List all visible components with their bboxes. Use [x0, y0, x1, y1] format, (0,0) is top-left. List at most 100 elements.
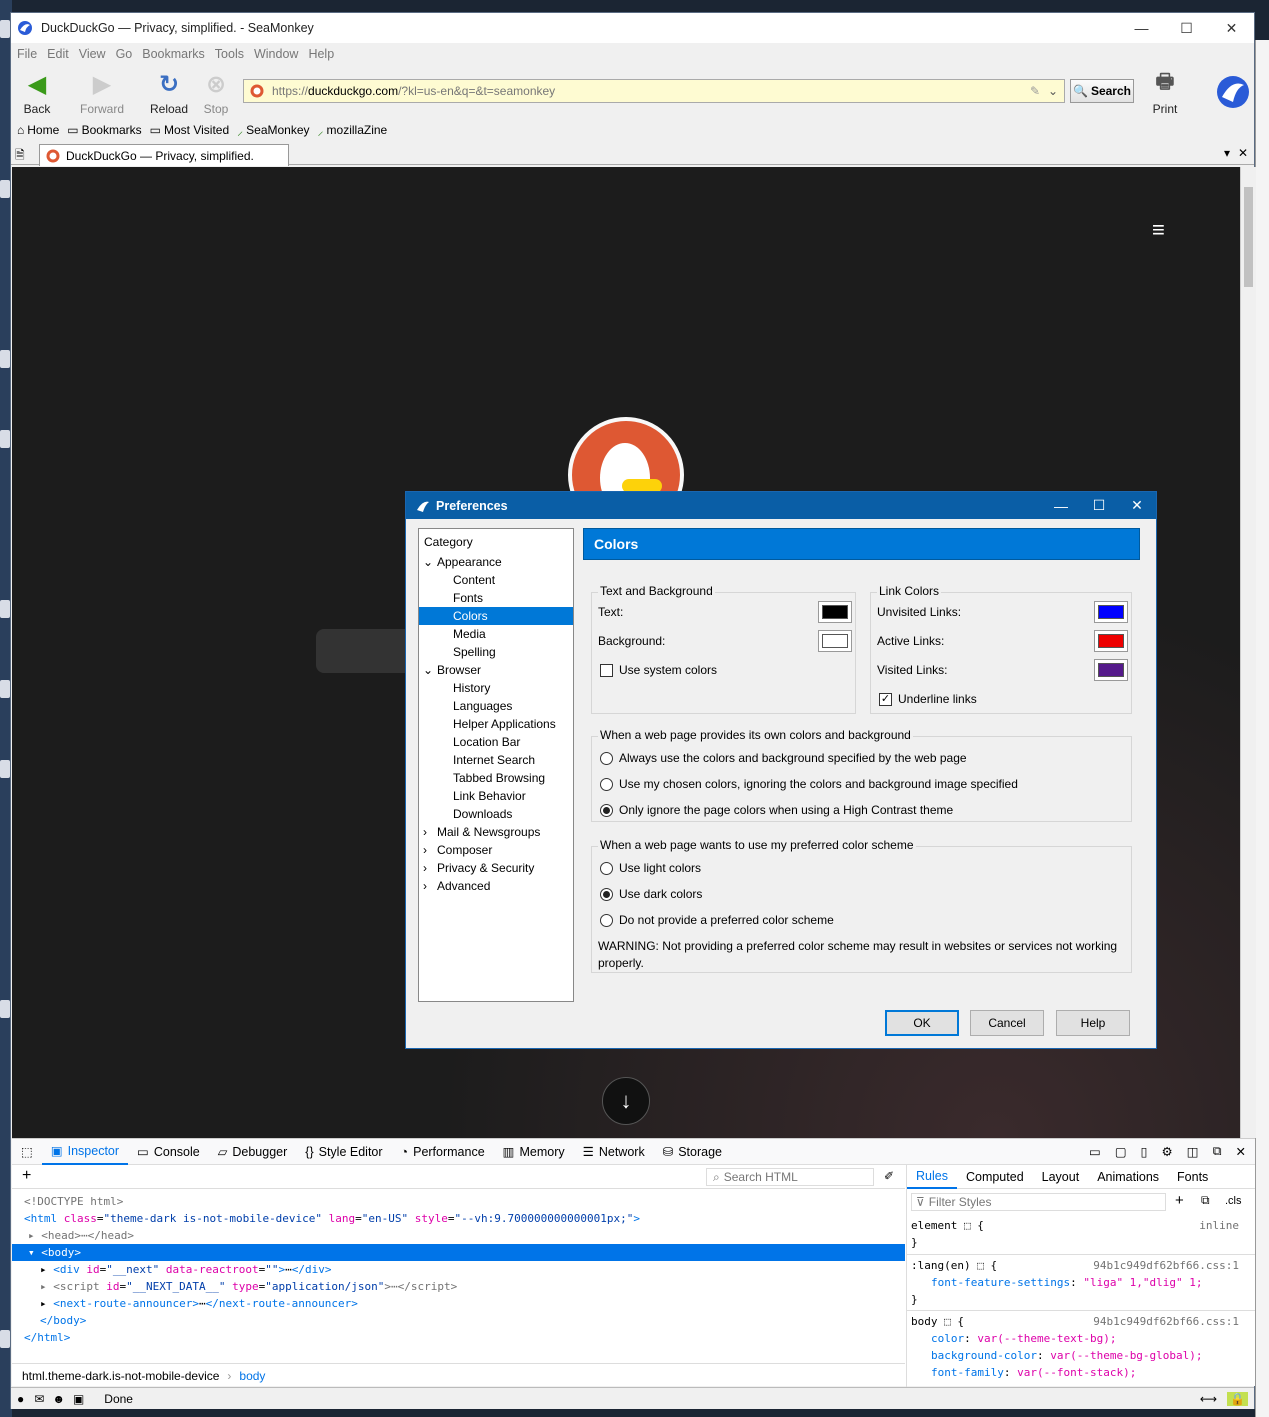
security-lock-icon[interactable]: 🔒: [1227, 1391, 1248, 1406]
category-appearance[interactable]: ⌄ Appearance: [423, 553, 502, 571]
breadcrumb-body[interactable]: body: [239, 1369, 265, 1383]
scroll-down-icon[interactable]: ↓: [602, 1077, 650, 1125]
menu-edit[interactable]: Edit: [47, 47, 69, 61]
chat-icon[interactable]: ☻: [52, 1392, 65, 1406]
collapsed-arrow-icon[interactable]: ›: [423, 877, 437, 895]
search-box[interactable]: [316, 629, 416, 673]
separate-window-icon[interactable]: ⧉: [1213, 1144, 1222, 1159]
close-button[interactable]: ✕: [1209, 13, 1254, 43]
eyedropper-icon[interactable]: ✐: [884, 1169, 894, 1183]
markup-script[interactable]: ▸ <script id="__NEXT_DATA__" type="appli…: [12, 1278, 905, 1295]
url-dropdown-icon[interactable]: ⌄: [1048, 84, 1058, 98]
visited-links-color-picker[interactable]: [1094, 659, 1128, 681]
menu-view[interactable]: View: [79, 47, 106, 61]
category-browser[interactable]: ⌄ Browser: [423, 661, 481, 679]
bookmark-seamonkey[interactable]: ⸝ SeaMonkey: [237, 122, 309, 139]
settings-gear-icon[interactable]: ⚙: [1162, 1144, 1173, 1159]
markup-html[interactable]: <html class="theme-dark is-not-mobile-de…: [12, 1210, 905, 1227]
tab-layout[interactable]: Layout: [1033, 1165, 1089, 1189]
unvisited-links-color-picker[interactable]: [1094, 601, 1128, 623]
rule-lang[interactable]: :lang(en) ⬚ { 94b1c949df62bf66.css:1 fon…: [907, 1257, 1255, 1311]
back-button[interactable]: ◀ Back: [17, 69, 57, 117]
add-node-icon[interactable]: +: [22, 1167, 31, 1185]
help-button[interactable]: Help: [1056, 1010, 1130, 1036]
dialog-maximize-button[interactable]: ☐: [1080, 492, 1118, 519]
tab-list-dropdown-icon[interactable]: ▾: [1224, 146, 1230, 160]
maximize-button[interactable]: ☐: [1164, 13, 1209, 43]
category-mail-newsgroups[interactable]: › Mail & Newsgroups: [423, 823, 540, 841]
hamburger-menu-icon[interactable]: ≡: [1152, 217, 1165, 243]
split-console-icon[interactable]: ◫: [1187, 1144, 1199, 1159]
always-use-page-colors-radio[interactable]: Always use the colors and background spe…: [600, 751, 967, 765]
category-tabbed-browsing[interactable]: Tabbed Browsing: [419, 769, 573, 787]
text-color-picker[interactable]: [818, 601, 852, 623]
markup-next-div[interactable]: ▸ <div id="__next" data-reactroot="">⋯</…: [12, 1261, 905, 1278]
use-dark-colors-radio[interactable]: Use dark colors: [600, 887, 702, 901]
tab-console[interactable]: ▭ Console: [128, 1139, 209, 1165]
menu-help[interactable]: Help: [308, 47, 334, 61]
cancel-button[interactable]: Cancel: [970, 1010, 1044, 1036]
category-media[interactable]: Media: [419, 625, 573, 643]
tab-rules[interactable]: Rules: [907, 1165, 957, 1189]
markup-route-announcer[interactable]: ▸ <next-route-announcer>⋯</next-route-an…: [12, 1295, 905, 1312]
underline-links-checkbox[interactable]: ✓ Underline links: [879, 692, 977, 706]
markup-html-close[interactable]: </html>: [12, 1329, 905, 1346]
rule-body[interactable]: body ⬚ { 94b1c949df62bf66.css:1 color: v…: [907, 1313, 1255, 1387]
screenshot-icon[interactable]: ▢: [1115, 1144, 1127, 1159]
dialog-minimize-button[interactable]: —: [1042, 492, 1080, 519]
high-contrast-only-radio[interactable]: Only ignore the page colors when using a…: [600, 803, 953, 817]
bookmark-pencil-icon[interactable]: ✎: [1030, 84, 1040, 98]
bookmark-most-visited[interactable]: ▭ Most Visited: [150, 123, 229, 137]
tab-performance[interactable]: ◔ Performance: [392, 1139, 494, 1165]
mail-icon[interactable]: ✉: [34, 1392, 44, 1406]
element-picker-icon[interactable]: ⬚: [12, 1139, 42, 1165]
tab-style-editor[interactable]: {} Style Editor: [296, 1139, 391, 1165]
category-composer[interactable]: › Composer: [423, 841, 492, 859]
cls-toggle[interactable]: .cls: [1225, 1195, 1242, 1207]
markup-body-close[interactable]: </body>: [12, 1312, 905, 1329]
stop-button[interactable]: ⊗ Stop: [199, 69, 233, 117]
bookmark-home[interactable]: ⌂ Home: [17, 123, 59, 137]
collapsed-arrow-icon[interactable]: ›: [423, 859, 437, 877]
collapsed-arrow-icon[interactable]: ›: [423, 841, 437, 859]
expanded-arrow-icon[interactable]: ⌄: [423, 553, 437, 571]
no-preferred-scheme-radio[interactable]: Do not provide a preferred color scheme: [600, 913, 834, 927]
category-tree[interactable]: Category ⌄ Appearance Content Fonts Colors Me…: [418, 528, 574, 1002]
collapsed-arrow-icon[interactable]: ›: [423, 823, 437, 841]
menu-tools[interactable]: Tools: [215, 47, 244, 61]
tab-fonts[interactable]: Fonts: [1168, 1165, 1217, 1189]
category-link-behavior[interactable]: Link Behavior: [419, 787, 573, 805]
menu-file[interactable]: File: [17, 47, 37, 61]
tab-storage[interactable]: ⛁ Storage: [654, 1139, 731, 1165]
category-privacy-security[interactable]: › Privacy & Security: [423, 859, 534, 877]
breadcrumb-html[interactable]: html.theme-dark.is-not-mobile-device: [22, 1369, 219, 1383]
menu-go[interactable]: Go: [116, 47, 133, 61]
dialog-close-button[interactable]: ✕: [1118, 492, 1156, 519]
menu-bookmarks[interactable]: Bookmarks: [142, 47, 205, 61]
reload-button[interactable]: ↻ Reload: [147, 69, 191, 117]
rule-element[interactable]: element ⬚ { inline }: [907, 1217, 1255, 1255]
bookmark-mozillazine[interactable]: ⸝ mozillaZine: [318, 122, 388, 139]
url-bar[interactable]: https://duckduckgo.com/?kl=us-en&q=&t=se…: [243, 79, 1065, 103]
composer-icon[interactable]: ▣: [73, 1392, 84, 1406]
toggle-pseudo-classes-icon[interactable]: ⧉: [1201, 1193, 1210, 1208]
markup-doctype[interactable]: <!DOCTYPE html>: [12, 1193, 905, 1210]
category-downloads[interactable]: Downloads: [419, 805, 573, 823]
category-location-bar[interactable]: Location Bar: [419, 733, 573, 751]
close-devtools-icon[interactable]: ✕: [1236, 1144, 1246, 1159]
tab-duckduckgo[interactable]: DuckDuckGo — Privacy, simplified.: [39, 144, 289, 166]
background-color-picker[interactable]: [818, 630, 852, 652]
category-fonts[interactable]: Fonts: [419, 589, 573, 607]
markup-body[interactable]: ▾ <body>: [12, 1244, 905, 1261]
dock-icon[interactable]: ▯: [1141, 1144, 1148, 1159]
page-scrollbar[interactable]: [1240, 167, 1256, 1138]
category-languages[interactable]: Languages: [419, 697, 573, 715]
tab-debugger[interactable]: ▱ Debugger: [209, 1139, 297, 1165]
print-button[interactable]: 🖶 Print: [1145, 69, 1185, 116]
category-helper-applications[interactable]: Helper Applications: [419, 715, 573, 733]
category-spelling[interactable]: Spelling: [419, 643, 573, 661]
use-my-colors-radio[interactable]: Use my chosen colors, ignoring the color…: [600, 777, 1018, 791]
category-internet-search[interactable]: Internet Search: [419, 751, 573, 769]
new-tab-icon[interactable]: 🗎: [15, 146, 25, 167]
search-html-input[interactable]: ⌕ Search HTML: [706, 1168, 874, 1186]
